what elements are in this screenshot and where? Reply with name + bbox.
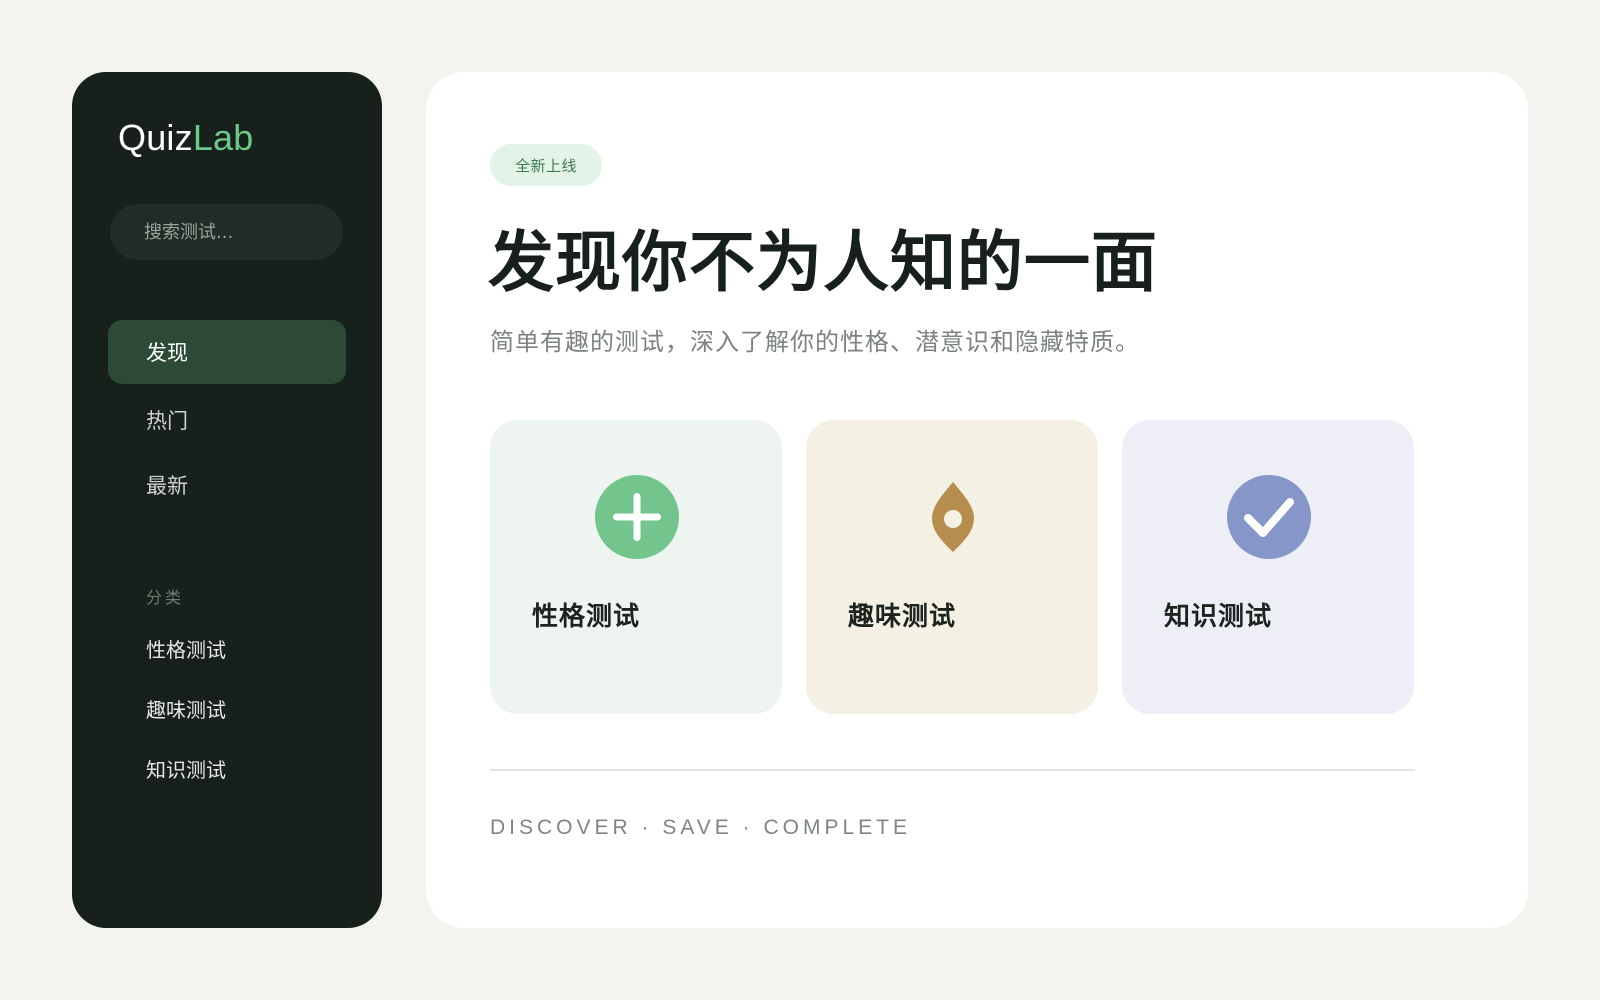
nav-item-new[interactable]: 最新 [108, 460, 346, 510]
category-item-label: 性格测试 [146, 637, 226, 662]
page-subtitle: 简单有趣的测试，深入了解你的性格、潜意识和隐藏特质。 [490, 328, 1140, 356]
tagline: DISCOVER · SAVE · COMPLETE [490, 816, 911, 839]
card-personality-test[interactable]: 性格测试 [490, 420, 782, 714]
card-label: 趣味测试 [848, 602, 957, 632]
card-label: 性格测试 [532, 602, 641, 632]
nav-item-label: 最新 [146, 474, 188, 498]
divider [490, 769, 1415, 771]
search-input[interactable] [110, 204, 343, 260]
category-item-fun[interactable]: 趣味测试 [108, 685, 346, 731]
logo-text-lab: Lab [192, 117, 254, 158]
category-item-label: 知识测试 [146, 757, 226, 782]
main-panel: 全新上线 发现你不为人知的一面 简单有趣的测试，深入了解你的性格、潜意识和隐藏特… [426, 72, 1528, 928]
app-logo[interactable]: QuizLab [118, 114, 254, 162]
new-release-badge: 全新上线 [490, 144, 603, 186]
nav-item-label: 热门 [146, 409, 188, 433]
sidebar: QuizLab 发现 热门 最新 分类 性格测试 趣味测试 知识测试 [72, 72, 382, 928]
plus-circle-icon [595, 475, 679, 559]
nav-item-discover[interactable]: 发现 [108, 320, 346, 384]
check-circle-icon [1227, 475, 1311, 559]
location-pin-icon [932, 482, 974, 552]
nav-item-hot[interactable]: 热门 [108, 395, 346, 445]
category-item-knowledge[interactable]: 知识测试 [108, 745, 346, 791]
card-fun-test[interactable]: 趣味测试 [806, 420, 1098, 714]
category-section-label: 分类 [146, 588, 185, 607]
card-knowledge-test[interactable]: 知识测试 [1122, 420, 1414, 714]
category-item-personality[interactable]: 性格测试 [108, 625, 346, 671]
card-label: 知识测试 [1164, 602, 1273, 632]
category-cards: 性格测试 趣味测试 知识测试 [490, 420, 1415, 714]
category-item-label: 趣味测试 [146, 697, 226, 722]
logo-text-quiz: Quiz [118, 117, 193, 158]
nav-item-label: 发现 [146, 341, 188, 365]
page-title: 发现你不为人知的一面 [488, 224, 1158, 301]
